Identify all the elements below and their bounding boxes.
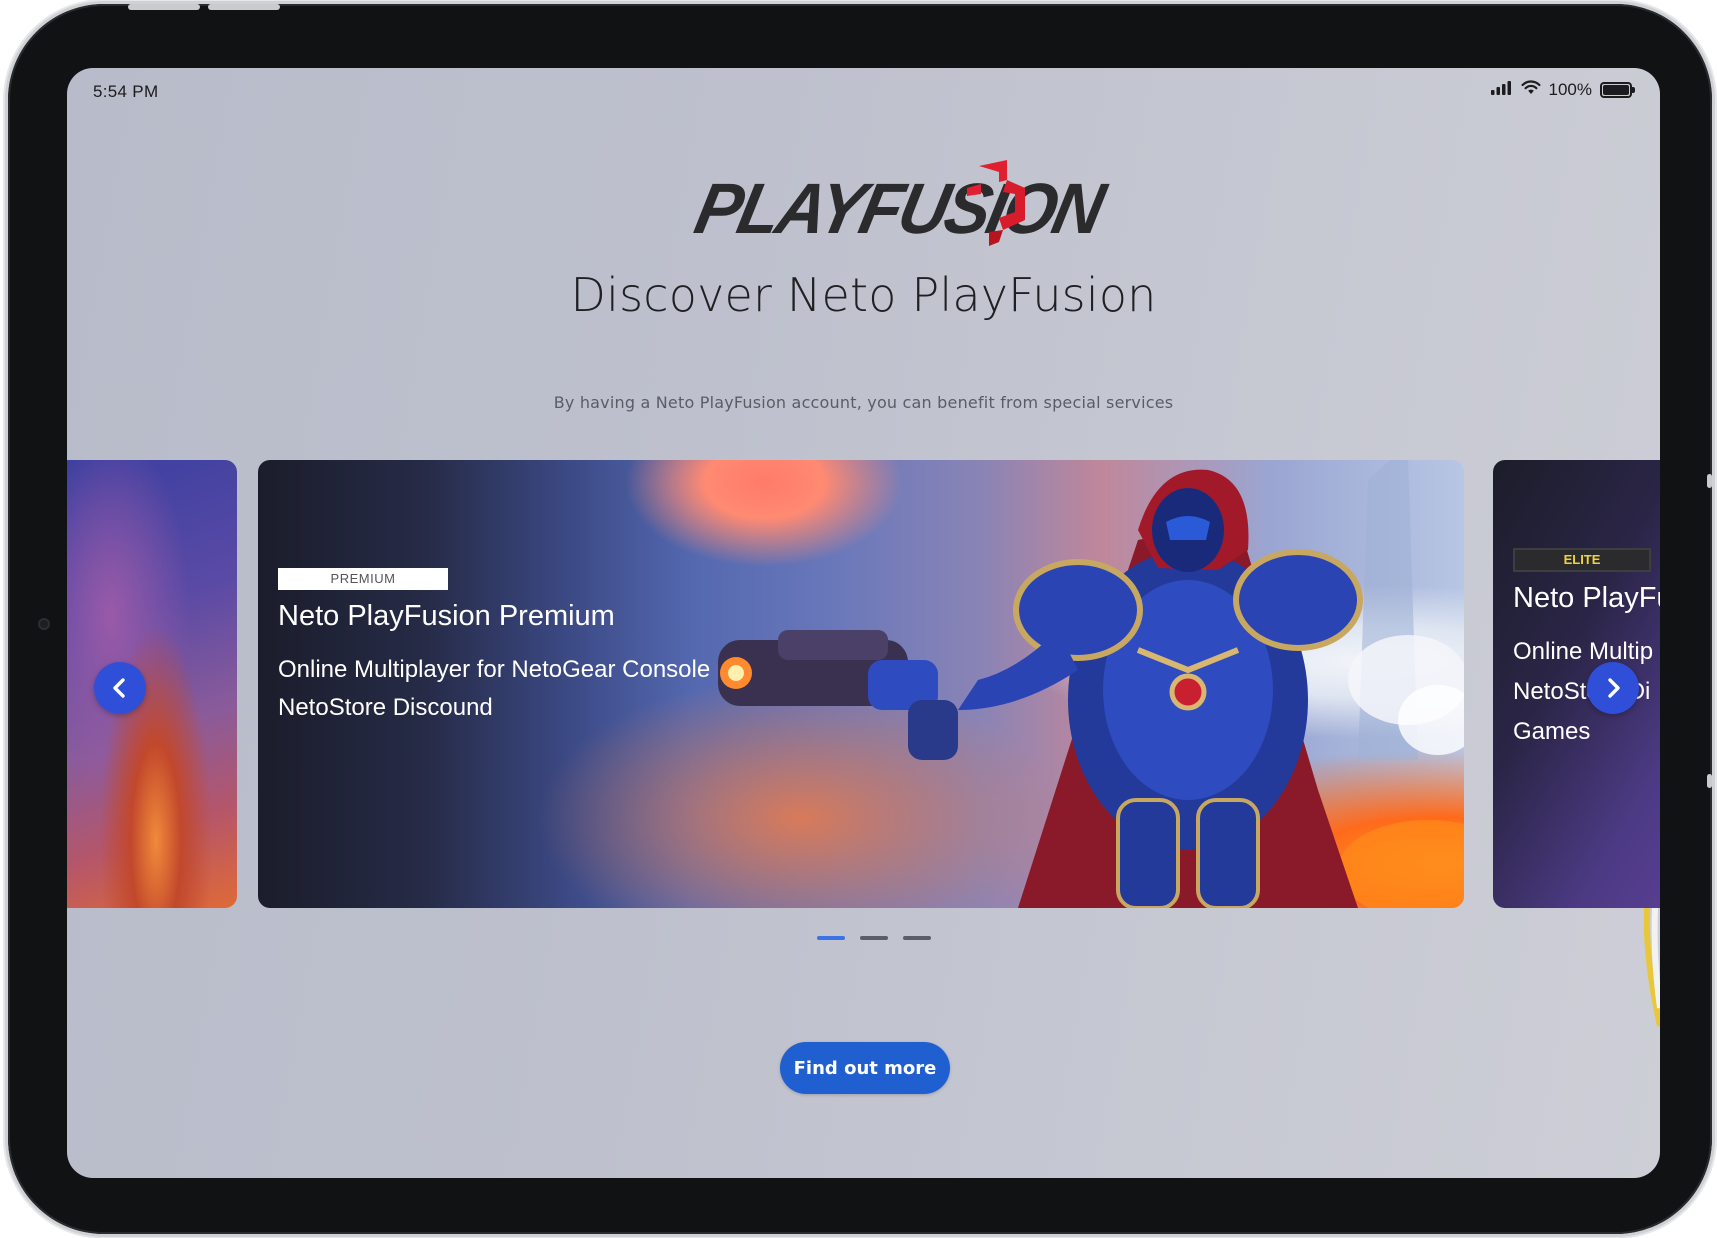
chevron-left-icon: [113, 678, 125, 698]
carousel-prev-button[interactable]: [94, 662, 146, 714]
elite-badge: ELITE: [1513, 548, 1651, 572]
hardware-button: [1707, 774, 1712, 788]
status-bar: 5:54 PM 100%: [67, 68, 1660, 116]
status-indicators: 100%: [1490, 80, 1635, 100]
hardware-button: [208, 4, 280, 10]
carousel-dot[interactable]: [860, 936, 888, 940]
screen: 5:54 PM 100% PLAYFUSION Discover Neto Pl…: [67, 68, 1660, 1178]
carousel-card-premium[interactable]: PREMIUM Neto PlayFusion Premium Online M…: [258, 460, 1464, 908]
find-out-more-button[interactable]: Find out more: [780, 1042, 950, 1094]
playfusion-logo: PLAYFUSION: [689, 158, 1109, 258]
logo-mark-icon: [967, 160, 1025, 246]
hardware-button: [1707, 474, 1712, 488]
carousel-next-button[interactable]: [1587, 662, 1639, 714]
card-feature: Games: [1513, 718, 1591, 745]
decorative-curve: [1643, 908, 1660, 1027]
carousel-dot[interactable]: [817, 936, 845, 940]
card-feature: Online Multiplayer for NetoGear Console: [278, 656, 711, 683]
battery-icon: [1600, 82, 1635, 98]
logo-wordmark: PLAYFUSION: [688, 169, 1109, 249]
battery-percentage: 100%: [1548, 80, 1592, 99]
carousel-dot[interactable]: [903, 936, 931, 940]
chevron-right-icon: [1608, 678, 1620, 698]
wifi-icon: [1521, 80, 1541, 100]
card-feature: NetoStore Discound: [278, 694, 493, 721]
carousel-pagination: [817, 936, 931, 940]
hero-character-art: [718, 460, 1464, 908]
page-subtitle: By having a Neto PlayFusion account, you…: [553, 393, 1174, 412]
card-title: Neto PlayFu: [1513, 582, 1660, 614]
hardware-button: [128, 4, 200, 10]
front-camera: [38, 618, 50, 630]
premium-badge: PREMIUM: [278, 568, 448, 590]
cellular-signal-icon: [1490, 80, 1513, 100]
page-title: Discover Neto PlayFusion: [570, 268, 1157, 322]
card-feature: Online Multip: [1513, 638, 1654, 665]
card-title: Neto PlayFusion Premium: [278, 600, 615, 632]
carousel-card-previous[interactable]: [67, 460, 237, 908]
status-time: 5:54 PM: [93, 82, 159, 101]
